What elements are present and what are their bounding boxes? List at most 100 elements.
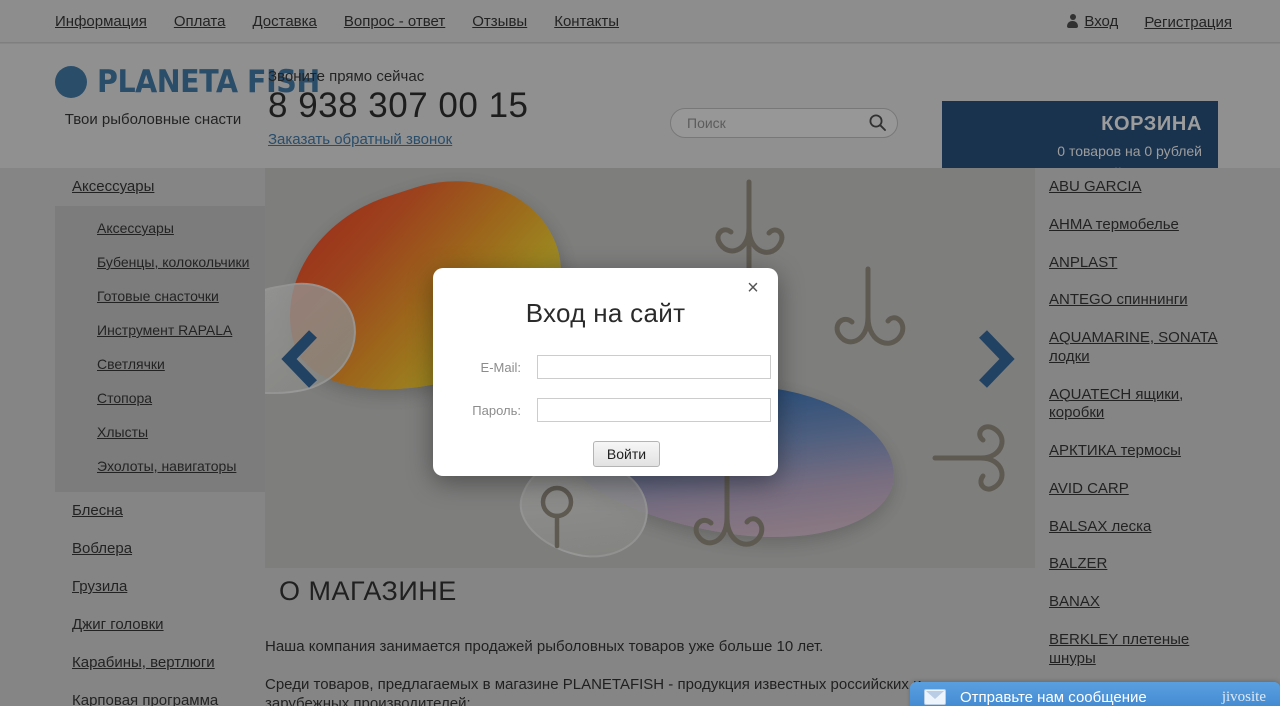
login-button-wrap: Войти: [433, 441, 778, 467]
submenu-item-ready-rigs[interactable]: Готовые снасточки: [55, 280, 265, 314]
topnav-item-delivery[interactable]: Доставка: [252, 13, 316, 30]
banner-prev-button[interactable]: [281, 328, 321, 390]
brand-item-label[interactable]: BALZER: [1049, 555, 1107, 574]
login-submit-button[interactable]: Войти: [592, 441, 661, 467]
submenu-item-whips-label[interactable]: Хлысты: [97, 424, 148, 440]
chevron-right-icon: [979, 330, 1015, 388]
submenu-item-bells-label[interactable]: Бубенцы, колокольчики: [97, 254, 250, 270]
sidebar-item-sinkers-label[interactable]: Грузила: [72, 578, 127, 595]
top-navigation: Информация Оплата Доставка Вопрос - отве…: [55, 13, 619, 30]
sidebar-item-spoons[interactable]: Блесна: [55, 492, 265, 530]
treble-hook-icon: [834, 266, 906, 346]
sidebar-item-spoons-label[interactable]: Блесна: [72, 502, 123, 519]
callback-link[interactable]: Заказать обратный звонок: [268, 131, 452, 148]
search-icon: [869, 114, 886, 131]
brand-item-label[interactable]: ANTEGO спиннинги: [1049, 291, 1188, 310]
sidebar-item-accessories[interactable]: Аксессуары: [55, 168, 265, 206]
email-label: E-Mail:: [480, 359, 521, 375]
logo-tagline: Твои рыболовные снасти: [64, 111, 242, 128]
brand-item-label[interactable]: BERKLEY плетеные шнуры: [1049, 631, 1240, 669]
submenu-item-stoppers-label[interactable]: Стопора: [97, 390, 152, 406]
brand-item-label[interactable]: BALSAX леска: [1049, 518, 1151, 537]
submenu-item-stoppers[interactable]: Стопора: [55, 382, 265, 416]
submenu-item-bells[interactable]: Бубенцы, колокольчики: [55, 246, 265, 280]
submenu-item-ready-rigs-label[interactable]: Готовые снасточки: [97, 288, 219, 304]
phone-number: 8 938 307 00 15: [268, 86, 529, 125]
search-button[interactable]: [868, 113, 888, 133]
sidebar-item-carp-program[interactable]: Карповая программа: [55, 682, 265, 706]
brand-item-label[interactable]: ABU GARCIA: [1049, 178, 1142, 197]
about-paragraph-1: Наша компания занимается продажей рыболо…: [265, 638, 824, 655]
banner-next-button[interactable]: [975, 328, 1015, 390]
sidebar-item-snaps-swivels[interactable]: Карабины, вертлюги: [55, 644, 265, 682]
submenu-item-echosounders[interactable]: Эхолоты, навигаторы: [55, 450, 265, 484]
topnav-item-faq[interactable]: Вопрос - ответ: [344, 13, 445, 30]
sidebar-item-accessories-label[interactable]: Аксессуары: [72, 178, 154, 195]
brand-item-aquatech[interactable]: AQUATECH ящики, коробки: [1040, 376, 1240, 433]
top-account-links: Вход Регистрация: [1067, 13, 1232, 31]
password-field[interactable]: [537, 398, 771, 422]
sidebar-submenu-accessories: Аксессуары Бубенцы, колокольчики Готовые…: [55, 206, 265, 492]
sidebar-item-carp-program-label[interactable]: Карповая программа: [72, 692, 218, 706]
brand-item-label[interactable]: AQUATECH ящики, коробки: [1049, 386, 1240, 424]
topnav-item-payment[interactable]: Оплата: [174, 13, 226, 30]
brand-item-label[interactable]: AQUAMARINE, SONATA лодки: [1049, 329, 1240, 367]
login-link-wrap[interactable]: Вход: [1067, 13, 1118, 31]
topnav-item-reviews[interactable]: Отзывы: [472, 13, 527, 30]
cart-summary: 0 товаров на 0 рублей: [1057, 143, 1202, 159]
chat-widget[interactable]: Отправьте нам сообщение jivosite: [910, 682, 1280, 706]
login-link[interactable]: Вход: [1084, 13, 1118, 30]
password-label: Пароль:: [472, 402, 521, 418]
password-row: Пароль:: [433, 398, 778, 422]
brand-item-label[interactable]: AVID CARP: [1049, 480, 1129, 499]
brand-item-anplast[interactable]: ANPLAST: [1040, 244, 1240, 282]
brand-item-balzer[interactable]: BALZER: [1040, 545, 1240, 583]
search-box: [670, 108, 898, 138]
brand-item-abu-garcia[interactable]: ABU GARCIA: [1040, 168, 1240, 206]
login-modal: × Вход на сайт E-Mail: Пароль: Войти: [433, 268, 778, 476]
brand-item-arktika[interactable]: АРКТИКА термосы: [1040, 432, 1240, 470]
submenu-item-glowsticks-label[interactable]: Светлячки: [97, 356, 165, 372]
phone-block: Звоните прямо сейчас 8 938 307 00 15 Зак…: [268, 68, 529, 149]
envelope-icon: [924, 689, 946, 705]
sidebar-item-snaps-swivels-label[interactable]: Карабины, вертлюги: [72, 654, 215, 671]
submenu-item-rapala-tools-label[interactable]: Инструмент RAPALA: [97, 322, 232, 338]
brand-item-label[interactable]: ANPLAST: [1049, 254, 1117, 273]
email-row: E-Mail:: [433, 355, 778, 379]
search-input[interactable]: [670, 108, 898, 138]
brand-item-banax[interactable]: BANAX: [1040, 583, 1240, 621]
logo-circle-icon: [55, 66, 87, 98]
sidebar-item-sinkers[interactable]: Грузила: [55, 568, 265, 606]
brand-item-label[interactable]: BANAX: [1049, 593, 1100, 612]
brand-item-ahma[interactable]: AHMA термобелье: [1040, 206, 1240, 244]
top-bar: Информация Оплата Доставка Вопрос - отве…: [0, 0, 1280, 43]
brand-item-antego[interactable]: ANTEGO спиннинги: [1040, 281, 1240, 319]
submenu-item-accessories-label[interactable]: Аксессуары: [97, 220, 174, 236]
submenu-item-whips[interactable]: Хлысты: [55, 416, 265, 450]
brand-item-label[interactable]: AHMA термобелье: [1049, 216, 1179, 235]
submenu-item-echosounders-label[interactable]: Эхолоты, навигаторы: [97, 458, 236, 474]
submenu-item-glowsticks[interactable]: Светлячки: [55, 348, 265, 382]
brand-item-aquamarine[interactable]: AQUAMARINE, SONATA лодки: [1040, 319, 1240, 376]
sidebar-item-wobblers[interactable]: Воблера: [55, 530, 265, 568]
brand-item-label[interactable]: АРКТИКА термосы: [1049, 442, 1181, 461]
brand-item-balsax[interactable]: BALSAX леска: [1040, 508, 1240, 546]
email-field[interactable]: [537, 355, 771, 379]
chat-widget-message: Отправьте нам сообщение: [960, 688, 1147, 706]
sidebar-item-wobblers-label[interactable]: Воблера: [72, 540, 132, 557]
brand-item-berkley[interactable]: BERKLEY плетеные шнуры: [1040, 621, 1240, 678]
topnav-item-information[interactable]: Информация: [55, 13, 147, 30]
login-modal-title: Вход на сайт: [525, 298, 686, 328]
submenu-item-accessories[interactable]: Аксессуары: [55, 212, 265, 246]
topnav-item-contacts[interactable]: Контакты: [554, 13, 619, 30]
phone-label: Звоните прямо сейчас: [268, 68, 425, 85]
brand-item-avid-carp[interactable]: AVID CARP: [1040, 470, 1240, 508]
submenu-item-rapala-tools[interactable]: Инструмент RAPALA: [55, 314, 265, 348]
register-link[interactable]: Регистрация: [1144, 14, 1232, 31]
sidebar-item-jigheads[interactable]: Джиг головки: [55, 606, 265, 644]
left-sidebar: Аксессуары Аксессуары Бубенцы, колокольч…: [55, 168, 265, 706]
close-icon[interactable]: ×: [742, 277, 764, 299]
page-title: О МАГАЗИНЕ: [279, 576, 457, 606]
chat-widget-brand: jivosite: [1221, 688, 1266, 705]
sidebar-item-jigheads-label[interactable]: Джиг головки: [72, 616, 164, 633]
